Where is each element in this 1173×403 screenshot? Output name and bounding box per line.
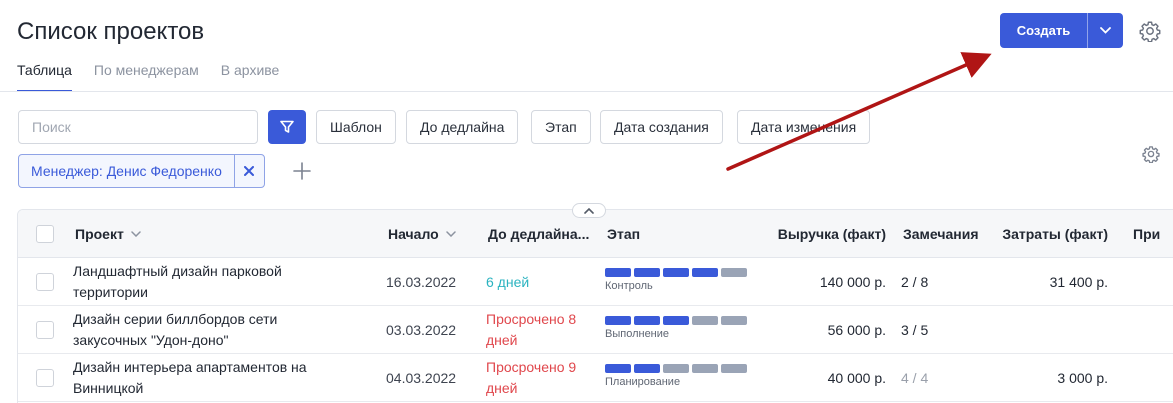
filter-button[interactable] (268, 110, 306, 144)
table-row[interactable]: Дизайн серии биллбордов сети закусочных … (18, 306, 1173, 354)
tabs-divider (0, 91, 1173, 92)
projects-table: Проект Начало До дедлайна... Этап Выручк… (17, 209, 1173, 403)
tab-archive[interactable]: В архиве (221, 62, 280, 92)
stage-segment (605, 316, 631, 325)
filter-chip-deadline[interactable]: До дедлайна (406, 110, 519, 144)
row-checkbox[interactable] (36, 273, 54, 291)
table-row[interactable]: Дизайн интерьера апартаментов на Винницк… (18, 354, 1173, 402)
stage-segment (663, 316, 689, 325)
stage-segment (634, 364, 660, 373)
stage-progress: Выполнение (605, 316, 747, 341)
filter-chip-stage[interactable]: Этап (531, 110, 591, 144)
search-input[interactable] (18, 110, 258, 144)
deadline-status: Просрочено 9 дней (486, 359, 577, 396)
column-header-stage[interactable]: Этап (607, 210, 640, 258)
row-checkbox[interactable] (36, 369, 54, 387)
manager-filter-label: Менеджер: Денис Федоренко (31, 163, 222, 179)
stage-segment (692, 364, 718, 373)
stage-progress: Контроль (605, 268, 747, 293)
manager-filter-chip[interactable]: Менеджер: Денис Федоренко (18, 154, 265, 188)
column-header-project[interactable]: Проект (75, 210, 141, 258)
create-button[interactable]: Создать (1000, 13, 1088, 48)
chevron-up-icon (584, 207, 594, 214)
project-name[interactable]: Дизайн серии биллбордов сети закусочных … (73, 309, 353, 351)
remove-manager-filter-button[interactable] (233, 155, 264, 187)
stage-label: Контроль (605, 280, 653, 292)
table-settings-gear-icon[interactable] (1142, 145, 1160, 163)
costs-value: 31 400 р. (1049, 274, 1108, 290)
column-header-remarks[interactable]: Замечания (903, 210, 979, 258)
column-header-costs[interactable]: Затраты (факт) (986, 210, 1108, 258)
chevron-down-icon (445, 231, 456, 237)
stage-segment (634, 268, 660, 277)
stage-segment (721, 268, 747, 277)
close-icon (244, 166, 255, 176)
page-title: Список проектов (17, 18, 205, 45)
column-header-extra[interactable]: При (1133, 210, 1160, 258)
filter-chip-created-date[interactable]: Дата создания (600, 110, 723, 144)
deadline-status: 6 дней (486, 274, 530, 290)
collapse-filters-toggle[interactable] (572, 203, 606, 218)
row-checkbox[interactable] (36, 321, 54, 339)
view-tabs: Таблица По менеджерам В архиве (17, 62, 279, 92)
column-header-revenue[interactable]: Выручка (факт) (758, 210, 886, 258)
stage-label: Планирование (605, 376, 681, 388)
stage-segment (605, 268, 631, 277)
remarks-count: 4 / 4 (901, 370, 929, 386)
tab-by-managers[interactable]: По менеджерам (94, 62, 199, 92)
table-row[interactable]: Ландшафтный дизайн парковой территории 1… (18, 258, 1173, 306)
start-date: 04.03.2022 (386, 370, 457, 386)
chevron-down-icon (131, 231, 141, 237)
costs-value: 3 000 р. (1057, 370, 1108, 386)
stage-segment (692, 316, 718, 325)
chevron-down-icon (1100, 27, 1111, 34)
stage-segment (721, 316, 747, 325)
deadline-status: Просрочено 8 дней (486, 311, 577, 348)
funnel-icon (280, 120, 294, 133)
stage-progress-bar (605, 268, 747, 277)
start-date: 16.03.2022 (386, 274, 457, 290)
tab-table[interactable]: Таблица (17, 62, 72, 92)
project-name[interactable]: Дизайн интерьера апартаментов на Винницк… (73, 357, 353, 399)
stage-segment (721, 364, 747, 373)
create-dropdown-toggle[interactable] (1088, 13, 1123, 48)
project-name[interactable]: Ландшафтный дизайн парковой территории (73, 261, 353, 303)
remarks-count: 2 / 8 (901, 274, 929, 290)
create-button-group: Создать (1000, 13, 1123, 48)
stage-label: Выполнение (605, 328, 670, 340)
stage-segment (692, 268, 718, 277)
revenue-value: 40 000 р. (827, 370, 886, 386)
gear-icon[interactable] (1139, 20, 1161, 42)
remarks-count: 3 / 5 (901, 322, 929, 338)
column-header-deadline[interactable]: До дедлайна... (488, 210, 589, 258)
plus-icon[interactable] (292, 161, 312, 181)
start-date: 03.03.2022 (386, 322, 457, 338)
stage-progress-bar (605, 316, 747, 325)
filter-chip-template[interactable]: Шаблон (316, 110, 396, 144)
filter-chip-modified-date[interactable]: Дата изменения (737, 110, 871, 144)
select-all-checkbox[interactable] (36, 225, 54, 243)
stage-segment (663, 364, 689, 373)
revenue-value: 140 000 р. (819, 274, 886, 290)
stage-progress-bar (605, 364, 747, 373)
revenue-value: 56 000 р. (827, 322, 886, 338)
stage-segment (605, 364, 631, 373)
stage-segment (634, 316, 660, 325)
stage-segment (663, 268, 689, 277)
stage-progress: Планирование (605, 364, 747, 389)
column-header-start[interactable]: Начало (388, 210, 456, 258)
